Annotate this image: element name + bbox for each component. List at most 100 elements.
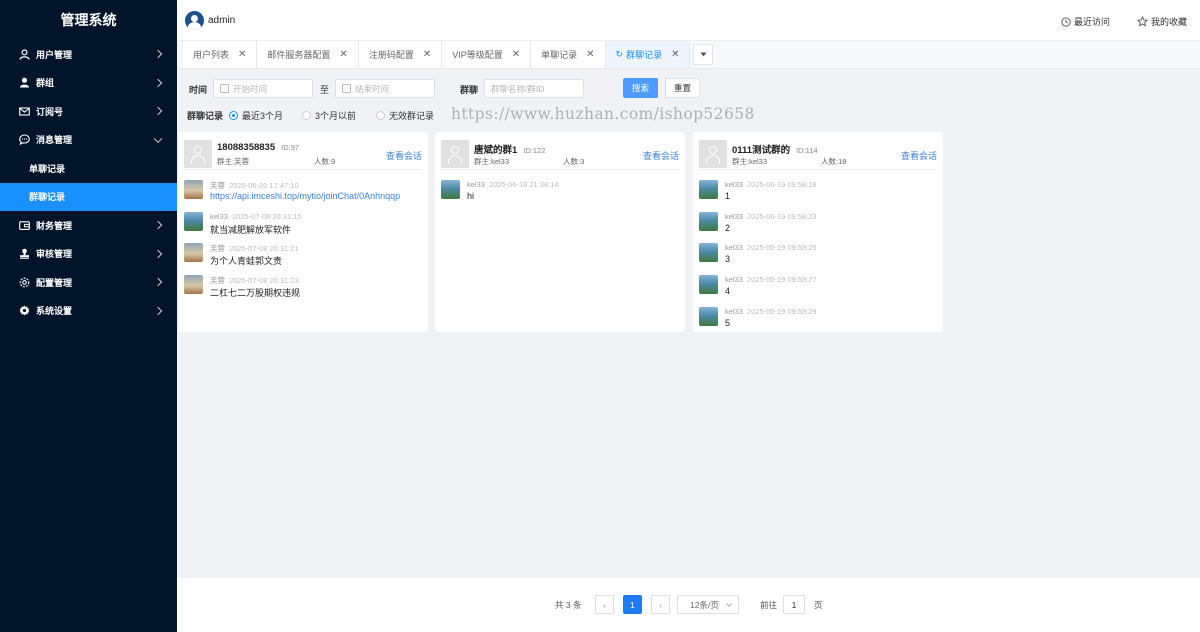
view-conversation-link[interactable]: 查看会话 (386, 149, 422, 162)
wallet-icon (19, 220, 30, 231)
recent-visits-label: 最近访问 (1074, 17, 1111, 27)
message-link[interactable]: https://api.imceshi.top/mytio/joinChat/0… (210, 191, 400, 201)
tab-label: 群聊记录 (626, 50, 663, 60)
close-icon[interactable]: ✕ (512, 49, 520, 60)
tab-private-chat[interactable]: 单聊记录 ✕ (531, 41, 606, 68)
favorites-link[interactable]: 我的收藏 (1137, 15, 1187, 28)
chevron-down-icon (726, 601, 732, 607)
sidebar-item-groups[interactable]: 群组 (0, 69, 177, 98)
sidebar-item-messages[interactable]: 消息管理 (0, 126, 177, 155)
group-id: ID:97 (281, 143, 300, 152)
message-item: 芙蓉 2025-06-20 17:47:10 https://api.imcesh… (184, 180, 422, 210)
chevron-right-icon (153, 107, 163, 116)
message-text: hi (467, 191, 475, 201)
message-text: 4 (725, 286, 731, 296)
sidebar-item-label: 用户管理 (36, 49, 73, 60)
view-conversation-link[interactable]: 查看会话 (901, 149, 937, 162)
end-time-input[interactable]: 结束时间 (335, 79, 435, 98)
message-item: kel33 2025-06-18 21:38:14 hi (441, 180, 679, 210)
sidebar-item-system[interactable]: 系统设置 (0, 297, 177, 326)
tabs-dropdown-button[interactable] (693, 44, 714, 65)
radio-invalid-groups[interactable]: 无效群记录 (376, 109, 434, 122)
message-meta: 芙蓉 2025-07-08 20:31:21 (210, 243, 299, 254)
sidebar-item-review[interactable]: 审核管理 (0, 240, 177, 269)
group-avatar (699, 140, 727, 168)
view-conversation-link[interactable]: 查看会话 (643, 149, 679, 162)
tab-mail-server[interactable]: 邮件服务器配置 ✕ (257, 41, 359, 68)
tab-user-list[interactable]: 用户列表 ✕ (183, 41, 258, 68)
sidebar-item-label: 配置管理 (36, 277, 73, 288)
user-solid-icon (19, 77, 30, 88)
tab-register-code[interactable]: 注册码配置 ✕ (358, 41, 443, 68)
sidebar-item-subscriptions[interactable]: 订阅号 (0, 97, 177, 126)
close-icon[interactable]: ✕ (586, 49, 594, 60)
start-time-input[interactable]: 开始时间 (213, 79, 313, 98)
recent-visits-link[interactable]: 最近访问 (1061, 15, 1110, 28)
chevron-down-icon (153, 134, 163, 143)
sidebar-subitem-group-chat[interactable]: 群聊记录 (0, 182, 177, 211)
page-number-current[interactable]: 1 (623, 595, 642, 614)
close-icon[interactable]: ✕ (671, 49, 679, 60)
chevron-right-icon (153, 221, 163, 230)
radio-before-3-months[interactable]: 3个月以前 (302, 109, 356, 122)
prev-page-button[interactable]: ‹ (595, 595, 614, 614)
avatar (699, 180, 718, 199)
sidebar-item-label: 消息管理 (36, 135, 73, 146)
sidebar-subitem-private-chat[interactable]: 单聊记录 (0, 154, 177, 183)
close-icon[interactable]: ✕ (238, 49, 246, 60)
sidebar-item-label: 财务管理 (36, 220, 73, 231)
message-sender: kel33 (467, 180, 485, 189)
chevron-right-icon (153, 278, 163, 287)
username[interactable]: admin (208, 15, 235, 26)
chevron-right-icon (153, 50, 163, 59)
tab-group-chat[interactable]: ↻ 群聊记录 ✕ (605, 41, 691, 68)
group-search-input[interactable]: 群聊名称/群ID (484, 79, 584, 98)
sidebar-item-label: 群组 (36, 78, 55, 89)
avatar (441, 180, 460, 199)
chevron-right-icon: › (659, 599, 662, 610)
group-id: ID:114 (796, 146, 818, 155)
message-item: kel33 2025-06-19 09:58:18 1 (699, 180, 937, 210)
sidebar-item-label: 审核管理 (36, 249, 73, 260)
message-time: 2025-06-19 09:58:18 (746, 180, 817, 189)
message-time: 2025-06-19 09:58:23 (746, 212, 817, 221)
sidebar-item-finance[interactable]: 财务管理 (0, 211, 177, 240)
radio-label: 最近3个月 (242, 111, 284, 121)
message-sender: kel33 (725, 180, 743, 189)
chevron-right-icon (153, 78, 163, 87)
total-count: 共 3 条 (555, 599, 582, 610)
sidebar-item-users[interactable]: 用户管理 (0, 40, 177, 69)
refresh-icon[interactable]: ↻ (616, 49, 624, 60)
tab-vip-level[interactable]: VIP等级配置 ✕ (442, 41, 532, 68)
sidebar-item-label: 系统设置 (36, 306, 73, 317)
tab-label: 单聊记录 (541, 50, 578, 60)
reset-button[interactable]: 重置 (665, 78, 700, 98)
group-name: 唐斌的群1 ID:122 (474, 142, 545, 156)
main-content: 时间 开始时间 至 结束时间 群聊 群聊名称/群ID 搜索 重置 群聊记录 最近… (177, 69, 1200, 578)
page-size-select[interactable]: 12条/页 (677, 595, 739, 614)
message-sender: kel33 (210, 212, 228, 221)
next-page-button[interactable]: › (651, 595, 670, 614)
close-icon[interactable]: ✕ (339, 49, 347, 60)
message-meta: kel33 2025-07-08 20:31:15 (210, 212, 302, 221)
tab-label: VIP等级配置 (452, 50, 503, 60)
goto-page-input[interactable]: 1 (783, 595, 805, 614)
message-meta: kel33 2025-06-18 21:38:14 (467, 180, 559, 189)
group-avatar (184, 140, 212, 168)
message-time: 2025-06-19 09:58:29 (746, 307, 817, 316)
calendar-icon (342, 84, 351, 93)
tab-label: 用户列表 (193, 50, 230, 60)
radio-last-3-months[interactable]: 最近3个月 (229, 109, 283, 122)
avatar[interactable] (185, 11, 204, 30)
message-sender: kel33 (725, 275, 743, 284)
message-sender: 芙蓉 (210, 244, 225, 253)
sidebar-item-config[interactable]: 配置管理 (0, 268, 177, 297)
radio-label: 无效群记录 (389, 111, 435, 121)
message-sender: 芙蓉 (210, 276, 225, 285)
avatar (184, 275, 203, 294)
message-meta: kel33 2025-06-19 09:58:29 (725, 307, 817, 316)
close-icon[interactable]: ✕ (423, 49, 431, 60)
stamp-icon (19, 248, 30, 260)
group-card: 唐斌的群1 ID:122 群主:kel33 人数:3 查看会话 kel33 2025… (435, 132, 685, 332)
search-button[interactable]: 搜索 (623, 78, 658, 98)
